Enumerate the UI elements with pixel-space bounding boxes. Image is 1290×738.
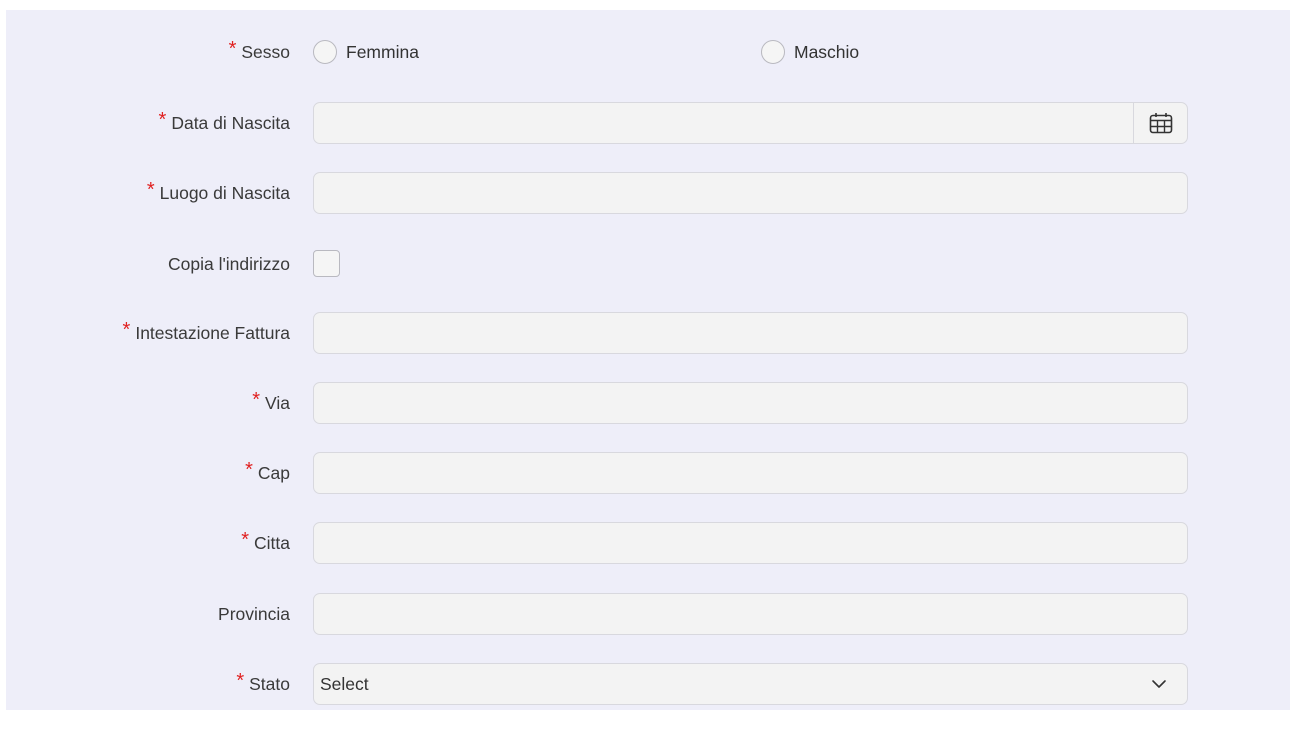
sesso-row: * Sesso Femmina Maschio — [6, 31, 1290, 73]
citta-row: * Citta — [6, 522, 1290, 564]
chevron-down-icon — [1152, 680, 1166, 688]
required-marker: * — [241, 529, 250, 551]
provincia-input[interactable] — [313, 593, 1188, 635]
provincia-row: Provincia — [6, 593, 1290, 635]
required-marker: * — [236, 670, 245, 692]
data-nascita-input[interactable] — [313, 102, 1188, 144]
required-marker: * — [252, 389, 261, 411]
stato-select-value: Select — [320, 674, 369, 694]
radio-maschio[interactable]: Maschio — [761, 31, 859, 73]
registration-form: * Sesso Femmina Maschio * Data di Nascita — [6, 10, 1290, 710]
luogo-nascita-input[interactable] — [313, 172, 1188, 214]
intestazione-fattura-label: * Intestazione Fattura — [122, 319, 290, 343]
copia-indirizzo-label: Copia l'indirizzo — [167, 254, 290, 274]
cap-row: * Cap — [6, 452, 1290, 494]
required-marker: * — [158, 109, 167, 131]
via-row: * Via — [6, 382, 1290, 424]
via-label: * Via — [252, 389, 290, 413]
data-nascita-row: * Data di Nascita — [6, 102, 1290, 144]
required-marker: * — [146, 179, 155, 201]
provincia-label: Provincia — [218, 604, 290, 624]
citta-input[interactable] — [313, 522, 1188, 564]
radio-maschio-circle[interactable] — [761, 40, 785, 64]
required-marker: * — [245, 459, 253, 481]
luogo-nascita-row: * Luogo di Nascita — [6, 172, 1290, 214]
copia-indirizzo-row: Copia l'indirizzo — [6, 243, 1290, 285]
calendar-button[interactable] — [1133, 103, 1187, 143]
required-marker: * — [122, 319, 131, 341]
intestazione-fattura-row: * Intestazione Fattura — [6, 312, 1290, 354]
cap-input[interactable] — [313, 452, 1188, 494]
radio-maschio-label: Maschio — [794, 41, 860, 62]
required-marker: * — [228, 38, 237, 60]
via-input[interactable] — [313, 382, 1188, 424]
radio-femmina-circle[interactable] — [313, 40, 337, 64]
stato-select[interactable]: Select — [313, 663, 1188, 705]
cap-label: * Cap — [245, 459, 290, 483]
data-nascita-label: * Data di Nascita — [158, 109, 290, 133]
intestazione-fattura-input[interactable] — [313, 312, 1188, 354]
radio-femmina-label: Femmina — [346, 41, 419, 62]
stato-label: * Stato — [236, 670, 290, 694]
stato-row: * Stato Select — [6, 663, 1290, 705]
luogo-nascita-label: * Luogo di Nascita — [146, 179, 290, 203]
copia-indirizzo-checkbox[interactable] — [313, 250, 340, 277]
sesso-label: * Sesso — [228, 38, 290, 62]
radio-femmina[interactable]: Femmina — [313, 31, 419, 73]
calendar-icon — [1149, 113, 1172, 134]
citta-label: * Citta — [241, 529, 290, 553]
